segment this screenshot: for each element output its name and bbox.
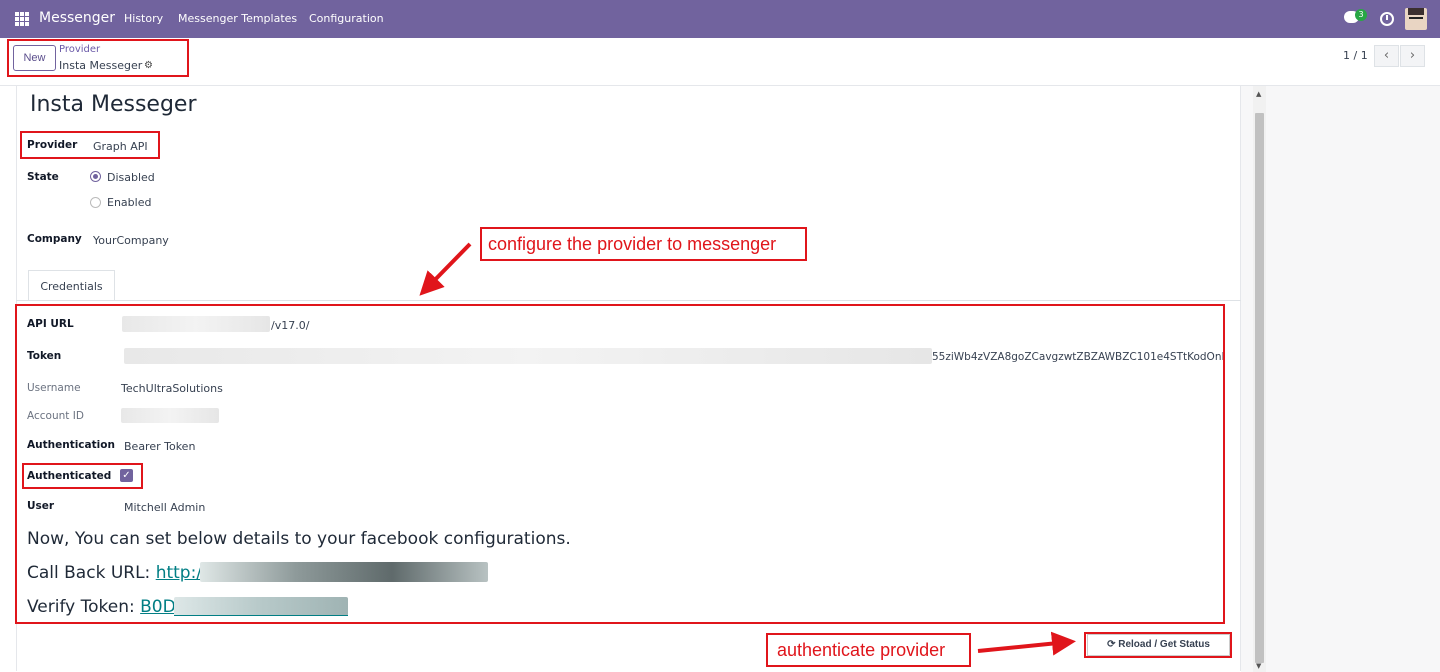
authenticated-highlight-box [22,463,143,489]
scrollbar-thumb[interactable] [1255,113,1264,663]
state-enabled-label[interactable]: Enabled [107,196,151,209]
breadcrumb-highlight-box [7,39,189,77]
annotation-configure: configure the provider to messenger [480,227,807,261]
record-title[interactable]: Insta Messeger [30,92,197,117]
scroll-down-icon[interactable]: ▼ [1256,662,1261,670]
tab-divider [16,300,1241,301]
menu-messenger-templates[interactable]: Messenger Templates [178,12,297,25]
company-label: Company [27,233,82,245]
reload-status-button[interactable]: ⟳ Reload / Get Status [1087,634,1230,656]
menu-configuration[interactable]: Configuration [309,12,384,25]
pager-next-button[interactable]: › [1400,45,1425,67]
credentials-highlight-box [15,304,1225,624]
refresh-icon: ⟳ [1107,639,1119,650]
pager-previous-button[interactable]: ‹ [1374,45,1399,67]
state-label: State [27,171,59,183]
app-brand[interactable]: Messenger [39,10,115,26]
chatter-area [1241,86,1440,672]
scroll-up-icon[interactable]: ▲ [1256,90,1261,98]
top-navbar: Messenger History Messenger Templates Co… [0,0,1440,38]
company-value[interactable]: YourCompany [93,234,169,247]
menu-history[interactable]: History [124,12,163,25]
reload-status-label: Reload / Get Status [1118,639,1210,650]
state-disabled-label[interactable]: Disabled [107,171,155,184]
apps-grid-icon[interactable] [15,12,29,26]
control-panel [0,38,1440,86]
chat-badge: 3 [1355,9,1367,21]
state-disabled-radio[interactable] [90,171,101,182]
activity-clock-icon[interactable] [1380,12,1394,26]
state-enabled-radio[interactable] [90,197,101,208]
tab-credentials[interactable]: Credentials [28,270,115,301]
pager-value[interactable]: 1 / 1 [1343,49,1368,62]
provider-highlight-box [20,131,160,159]
user-avatar[interactable] [1405,8,1427,30]
annotation-authenticate: authenticate provider [766,633,971,667]
